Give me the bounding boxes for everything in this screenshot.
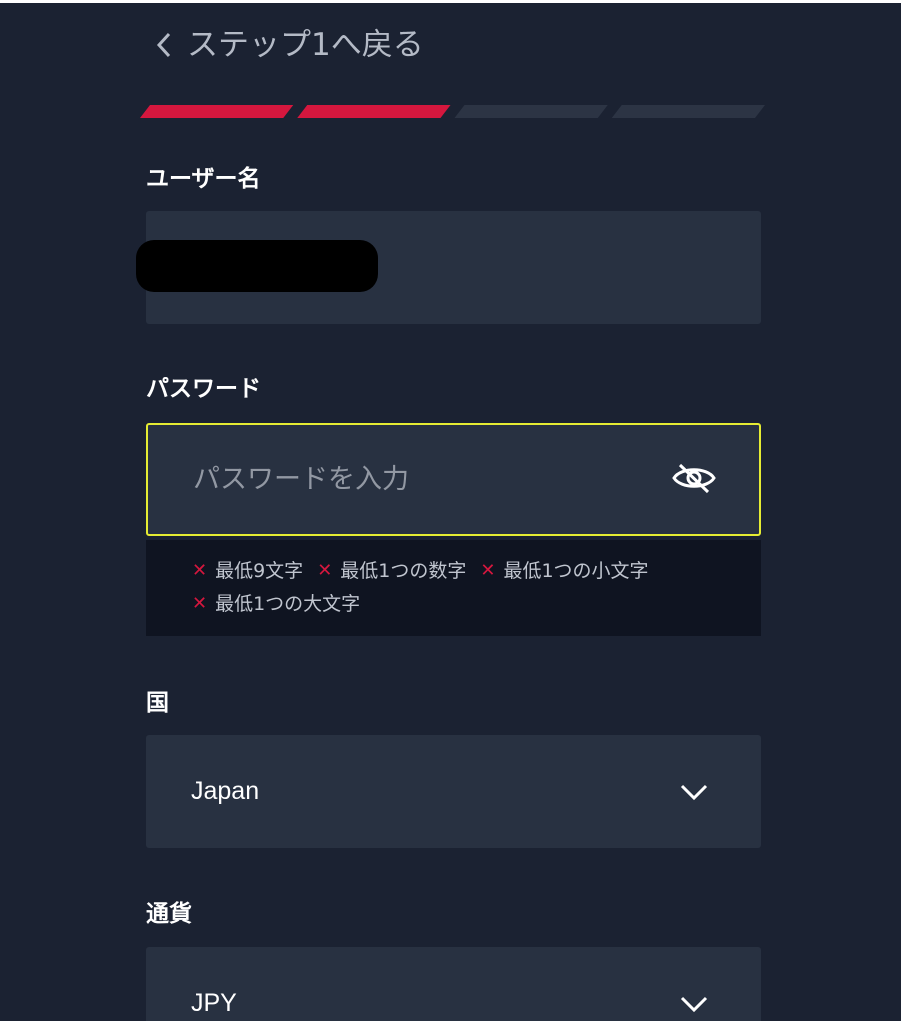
requirement-item: ✕ 最低1つの大文字 (192, 588, 360, 620)
x-mark-icon: ✕ (317, 560, 333, 581)
requirement-item: ✕ 最低1つの数字 (317, 555, 466, 587)
currency-selected-value: JPY (191, 989, 237, 1017)
password-requirements: ✕ 最低9文字 ✕ 最低1つの数字 ✕ 最低1つの小文字 ✕ 最低1つの大文字 (146, 540, 761, 636)
country-select[interactable]: Japan (146, 735, 761, 848)
username-label: ユーザー名 (146, 166, 261, 192)
chevron-left-icon (155, 31, 173, 59)
progress-segment-complete (140, 105, 294, 118)
registration-form: ステップ1へ戻る ユーザー名 パスワード ✕ 最低9文字 ✕ 最低1つの数字 ✕ 最低1つ… (0, 3, 901, 1021)
progress-segment-complete (297, 105, 451, 118)
toggle-password-visibility-button[interactable] (669, 458, 719, 502)
back-link-label: ステップ1へ戻る (187, 27, 424, 63)
country-selected-value: Japan (191, 777, 260, 805)
eye-off-icon (671, 461, 717, 499)
x-mark-icon: ✕ (192, 593, 208, 614)
currency-select[interactable]: JPY (146, 947, 761, 1021)
progress-segment-pending (611, 105, 765, 118)
password-label: パスワード (146, 376, 261, 402)
chevron-down-icon (679, 994, 709, 1014)
step-progress-bar (140, 103, 765, 118)
password-field (146, 423, 761, 536)
requirement-item: ✕ 最低9文字 (192, 555, 303, 587)
requirement-item: ✕ 最低1つの小文字 (480, 555, 648, 587)
back-to-step-1-link[interactable]: ステップ1へ戻る (155, 25, 424, 65)
currency-label: 通貨 (146, 901, 192, 927)
x-mark-icon: ✕ (192, 560, 208, 581)
redacted-username-value (136, 240, 378, 292)
x-mark-icon: ✕ (480, 560, 496, 581)
chevron-down-icon (679, 782, 709, 802)
password-input[interactable] (191, 424, 669, 535)
country-label: 国 (146, 690, 169, 716)
progress-segment-pending (454, 105, 608, 118)
